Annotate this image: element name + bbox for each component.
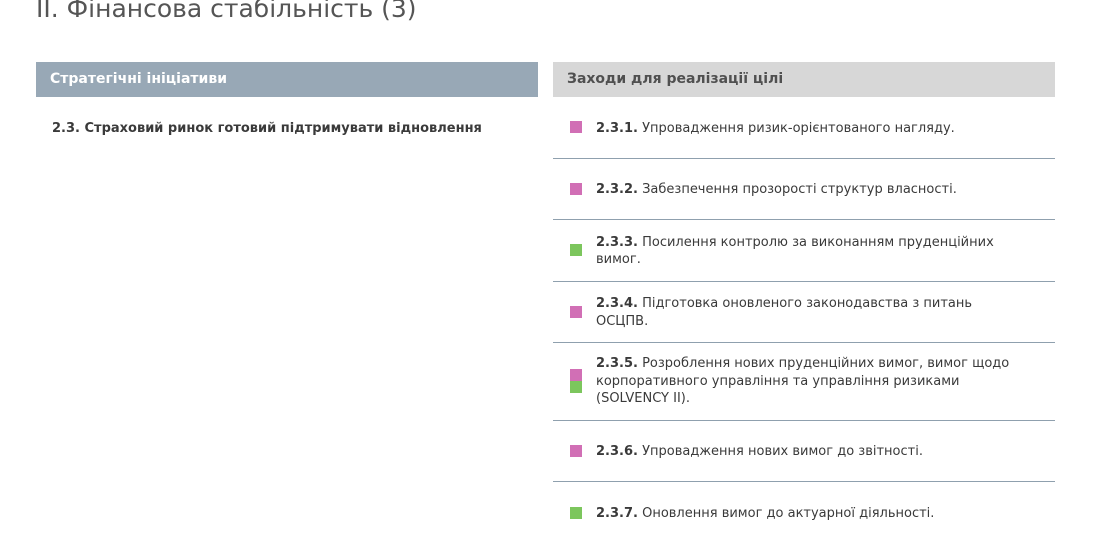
status-marker-icon [570, 244, 582, 257]
measures-list: 2.3.1. Упровадження ризик-орієнтованого … [553, 97, 1055, 542]
measure-text: 2.3.4. Підготовка оновленого законодавст… [596, 295, 1025, 330]
measure-text: 2.3.5. Розроблення нових пруденційних ви… [596, 355, 1025, 408]
measure-item: 2.3.2. Забезпечення прозорості структур … [553, 159, 1055, 220]
measure-number: 2.3.7. [596, 506, 638, 521]
measure-number: 2.3.5. [596, 356, 638, 371]
measure-text: 2.3.3. Посилення контролю за виконанням … [596, 234, 1025, 269]
measure-description: Підготовка оновленого законодавства з пи… [596, 296, 973, 329]
measure-description: Упровадження ризик-орієнтованого нагляду… [637, 120, 955, 136]
status-marker-icon [570, 121, 582, 134]
status-marker-icon [570, 381, 582, 394]
measure-number: 2.3.3. [596, 234, 638, 250]
measure-description: Упровадження нових вимог до звітності. [637, 444, 923, 459]
measure-number: 2.3.1. [596, 120, 638, 136]
status-marker-icon [570, 444, 582, 457]
measure-item: 2.3.7. Оновлення вимог до актуарної діял… [553, 482, 1055, 542]
measure-text: 2.3.1. Упровадження ризик-орієнтованого … [596, 120, 955, 138]
measure-description: Оновлення вимог до актуарної діяльності. [637, 506, 935, 521]
measure-item: 2.3.6. Упровадження нових вимог до звітн… [553, 421, 1055, 482]
measure-text: 2.3.6. Упровадження нових вимог до звітн… [596, 443, 923, 461]
status-marker-icon [570, 506, 582, 519]
measures-column: Заходи для реалізації цілі 2.3.1. Упрова… [553, 62, 1055, 542]
measure-item: 2.3.3. Посилення контролю за виконанням … [553, 220, 1055, 282]
measure-text: 2.3.2. Забезпечення прозорості структур … [596, 181, 957, 199]
initiatives-header: Стратегічні ініціативи [36, 62, 538, 97]
measure-description: Розроблення нових пруденційних вимог, ви… [596, 356, 1010, 406]
measure-number: 2.3.4. [596, 296, 638, 312]
measure-description: Посилення контролю за виконанням пруденц… [596, 234, 994, 268]
page: II. Фінансова стабільність (3) Стратегіч… [0, 0, 1100, 542]
measure-description: Забезпечення прозорості структур власнос… [637, 182, 957, 197]
measures-header: Заходи для реалізації цілі [553, 62, 1055, 97]
measure-number: 2.3.6. [596, 444, 638, 459]
measure-number: 2.3.2. [596, 182, 638, 197]
status-marker-icon [570, 369, 582, 382]
page-title: II. Фінансова стабільність (3) [36, 0, 417, 23]
measure-text: 2.3.7. Оновлення вимог до актуарної діял… [596, 505, 934, 523]
measure-item: 2.3.1. Упровадження ризик-орієнтованого … [553, 97, 1055, 159]
status-marker-icon [570, 182, 582, 195]
measure-item: 2.3.5. Розроблення нових пруденційних ви… [553, 343, 1055, 421]
status-marker-icon [570, 305, 582, 318]
measure-item: 2.3.4. Підготовка оновленого законодавст… [553, 282, 1055, 343]
initiatives-column: Стратегічні ініціативи 2.3. Страховий ри… [36, 62, 538, 136]
initiative-text: 2.3. Страховий ринок готовий підтримуват… [52, 121, 482, 136]
